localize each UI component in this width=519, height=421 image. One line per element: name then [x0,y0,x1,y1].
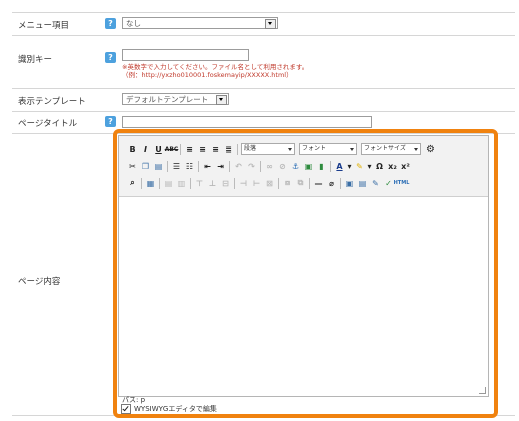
page-title-input[interactable] [122,116,372,128]
insert-row-after-icon[interactable]: ⊥ [207,178,218,189]
delete-row-icon[interactable]: ⊟ [220,178,231,189]
paste-icon[interactable]: ▤ [153,161,164,172]
toolbar-row-3: ⌕ ▦ ▤ ▥ ⊤ ⊥ ⊟ ⊣ ⊢ ⊠ ⧈ ⧉ — ⌀ ▣ ▤ ✎ ✓ HTML [127,176,409,190]
toolbar-divider [278,177,279,189]
toolbar-divider [198,160,199,172]
resize-handle[interactable] [479,387,486,394]
format-select[interactable]: 段落 [241,143,295,155]
toolbar-divider [190,177,191,189]
unlink-icon[interactable]: ⊘ [277,161,288,172]
highlight-color-icon[interactable]: ✎ [354,161,365,172]
horizontal-rule-icon[interactable]: — [313,178,324,189]
copy-icon[interactable]: ❐ [140,161,151,172]
page-content-label: ページ内容 [18,277,61,287]
superscript-icon[interactable]: x² [400,161,411,172]
display-template-label: 表示テンプレート [18,97,86,107]
align-center-icon[interactable]: ≡ [197,144,208,155]
menu-item-select[interactable]: なし [122,17,278,29]
display-template-select-value: デフォルトテンプレート [126,95,209,104]
editor-content-area[interactable] [119,197,488,395]
toolbar-divider [141,177,142,189]
toolbar-divider [229,160,230,172]
insert-row-before-icon[interactable]: ⊤ [194,178,205,189]
spellcheck-icon[interactable]: ✓ [383,178,394,189]
toolbar-divider [340,177,341,189]
cleanup-icon[interactable]: ▮ [316,161,327,172]
page-title-label: ページタイトル [18,119,78,129]
display-template-select[interactable]: デフォルトテンプレート [122,93,229,105]
menu-item-row: メニュー項目 ? なし [12,13,515,36]
image-icon[interactable]: ▣ [303,161,314,172]
chevron-down-icon [265,19,276,29]
help-icon[interactable]: ? [105,18,116,29]
remove-format-icon[interactable]: ⌀ [326,178,337,189]
menu-item-label: メニュー項目 [18,21,70,31]
align-left-icon[interactable]: ≡ [184,144,195,155]
toolbar-divider [180,143,181,155]
html-source-icon[interactable]: HTML [394,178,410,189]
menu-item-select-value: なし [126,19,141,28]
numbered-list-icon[interactable]: ☷ [184,161,195,172]
help-icon[interactable]: ? [105,116,116,127]
bullet-list-icon[interactable]: ☰ [171,161,182,172]
settings-gear-icon[interactable]: ⚙ [425,144,436,155]
find-icon[interactable]: ⌕ [127,178,138,189]
identifier-key-row: 識別キー ? ※英数字で入力してください。ファイル名として利用されます。 （例：… [12,35,515,89]
display-template-row: 表示テンプレート デフォルトテンプレート [12,88,515,112]
font-select[interactable]: フォント [299,143,357,155]
table-cell-props-icon[interactable]: ▥ [176,178,187,189]
toolbar-row-1: B I U ABC ≡ ≡ ≡ ≣ 段落 フォント フォントサイズ ⚙ [127,142,438,156]
template-icon[interactable]: ▤ [357,178,368,189]
table-icon[interactable]: ▦ [145,178,156,189]
wysiwyg-label: WYSIWYGエディタで編集 [134,405,217,413]
identifier-key-label: 識別キー [18,55,53,65]
strikethrough-icon[interactable]: ABC [165,144,179,155]
bold-icon[interactable]: B [127,144,138,155]
toolbar-row-2: ✂ ❐ ▤ ☰ ☷ ⇤ ⇥ ↶ ↷ ∞ ⊘ ⚓ ▣ ▮ A ▾ ✎ ▾ Ω x₂… [127,159,413,173]
wysiwyg-checkbox[interactable] [121,404,131,414]
toolbar-divider [159,177,160,189]
edit-image-icon[interactable]: ✎ [370,178,381,189]
link-icon[interactable]: ∞ [264,161,275,172]
delete-col-icon[interactable]: ⊠ [264,178,275,189]
identifier-key-example: （例：http://yxzho010001.foskemayip/XXXXX.h… [122,71,293,79]
indent-icon[interactable]: ⇥ [215,161,226,172]
chevron-down-icon[interactable]: ▾ [347,161,352,172]
special-character-icon[interactable]: Ω [374,161,385,172]
table-row-props-icon[interactable]: ▤ [163,178,174,189]
chevron-down-icon[interactable]: ▾ [367,161,372,172]
toolbar-divider [330,160,331,172]
cut-icon[interactable]: ✂ [127,161,138,172]
outdent-icon[interactable]: ⇤ [202,161,213,172]
undo-icon[interactable]: ↶ [233,161,244,172]
editor-toolbar: B I U ABC ≡ ≡ ≡ ≣ 段落 フォント フォントサイズ ⚙ ✂ ❐ … [119,136,488,197]
insert-col-before-icon[interactable]: ⊣ [238,178,249,189]
chevron-down-icon [216,95,227,105]
font-color-icon[interactable]: A [334,161,345,172]
font-size-select[interactable]: フォントサイズ [361,143,421,155]
identifier-key-input[interactable] [122,49,249,61]
split-cells-icon[interactable]: ⧈ [282,178,293,189]
help-icon[interactable]: ? [105,52,116,63]
toolbar-divider [237,143,238,155]
anchor-icon[interactable]: ⚓ [290,161,301,172]
align-right-icon[interactable]: ≡ [210,144,221,155]
media-icon[interactable]: ▣ [344,178,355,189]
rich-text-editor: B I U ABC ≡ ≡ ≡ ≣ 段落 フォント フォントサイズ ⚙ ✂ ❐ … [118,135,489,397]
toolbar-divider [167,160,168,172]
toolbar-divider [309,177,310,189]
toolbar-divider [234,177,235,189]
insert-col-after-icon[interactable]: ⊢ [251,178,262,189]
italic-icon[interactable]: I [140,144,151,155]
align-justify-icon[interactable]: ≣ [223,144,234,155]
toolbar-divider [260,160,261,172]
underline-icon[interactable]: U [153,144,164,155]
wysiwyg-toggle[interactable]: WYSIWYGエディタで編集 [121,404,217,414]
redo-icon[interactable]: ↷ [246,161,257,172]
subscript-icon[interactable]: x₂ [387,161,398,172]
merge-cells-icon[interactable]: ⧉ [295,178,306,189]
